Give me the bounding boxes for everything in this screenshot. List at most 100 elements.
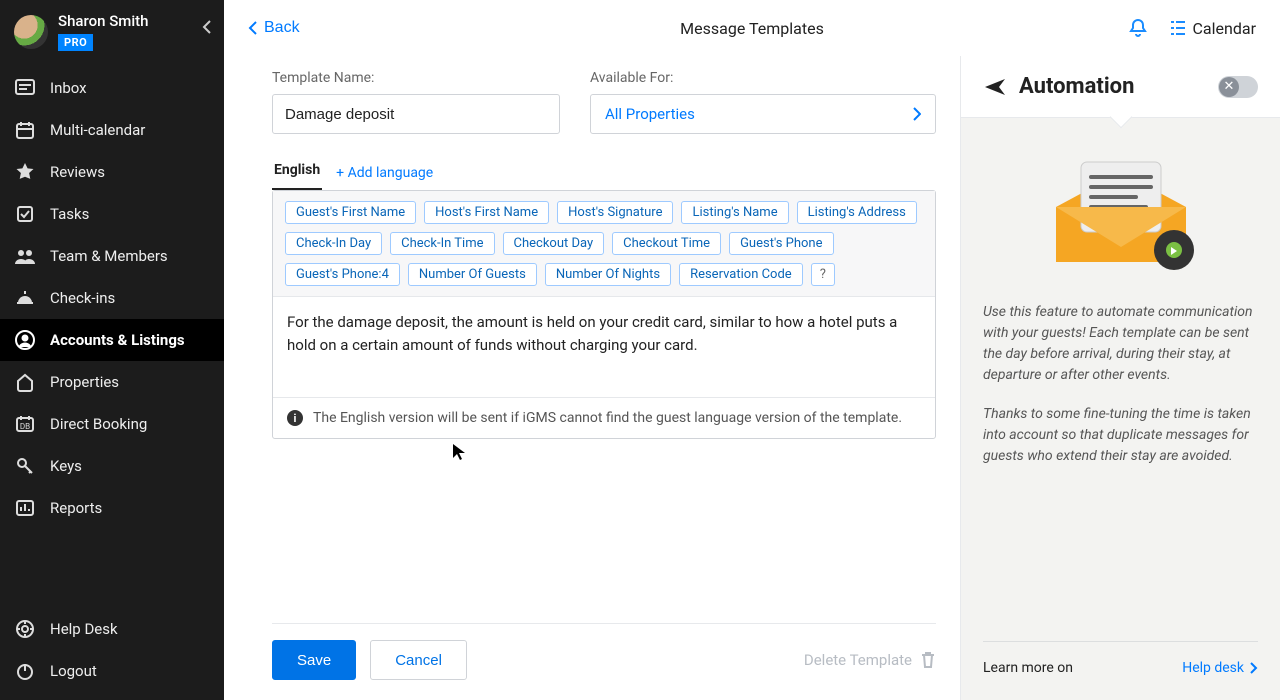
learn-more-label: Learn more on (983, 660, 1073, 676)
sidebar-item-label: Reviews (50, 163, 105, 181)
token-bar: Guest's First Name Host's First Name Hos… (273, 191, 935, 297)
toggle-off-icon: ✕ (1219, 77, 1239, 97)
sidebar-item-label: Inbox (50, 79, 87, 97)
sidebar-item-label: Team & Members (50, 247, 168, 265)
sidebar: Sharon Smith PRO Inbox Multi-calendar Re… (0, 0, 224, 700)
sidebar-item-label: Direct Booking (50, 415, 147, 433)
trash-icon (920, 651, 936, 669)
editor-note-text: The English version will be sent if iGMS… (313, 410, 902, 426)
token-number-of-nights[interactable]: Number Of Nights (545, 263, 671, 286)
sidebar-item-tasks[interactable]: Tasks (0, 193, 224, 235)
template-name-input[interactable] (272, 94, 560, 134)
token-help[interactable]: ? (811, 263, 835, 286)
automation-paragraph-1: Use this feature to automate communicati… (983, 302, 1258, 386)
sidebar-item-logout[interactable]: Logout (0, 650, 224, 692)
token-guest-phone[interactable]: Guest's Phone (729, 232, 833, 255)
delete-template-button[interactable]: Delete Template (804, 651, 936, 669)
key-icon (14, 455, 36, 477)
calendar-icon (14, 119, 36, 141)
sidebar-item-label: Accounts & Listings (50, 331, 185, 349)
user-name: Sharon Smith (58, 12, 149, 30)
sidebar-item-label: Logout (50, 662, 97, 680)
available-for-label: Available For: (590, 70, 936, 86)
editor-note: i The English version will be sent if iG… (273, 397, 935, 438)
token-host-first-name[interactable]: Host's First Name (424, 201, 549, 224)
available-for-select[interactable]: All Properties (590, 94, 936, 134)
calendar-label: Calendar (1193, 19, 1256, 38)
booking-icon: DB (14, 413, 36, 435)
automation-paragraph-2: Thanks to some fine-tuning the time is t… (983, 404, 1258, 467)
calendar-link[interactable]: Calendar (1169, 19, 1256, 38)
svg-text:DB: DB (20, 422, 30, 431)
page-title: Message Templates (680, 19, 824, 38)
automation-illustration (1046, 152, 1196, 272)
sidebar-item-reviews[interactable]: Reviews (0, 151, 224, 193)
available-for-value: All Properties (605, 105, 695, 123)
sidebar-item-team[interactable]: Team & Members (0, 235, 224, 277)
save-button[interactable]: Save (272, 640, 356, 680)
tasks-icon (14, 203, 36, 225)
token-checkin-day[interactable]: Check-In Day (285, 232, 382, 255)
template-name-label: Template Name: (272, 70, 560, 86)
sidebar-item-properties[interactable]: Properties (0, 361, 224, 403)
token-checkout-day[interactable]: Checkout Day (503, 232, 605, 255)
sidebar-item-label: Help Desk (50, 620, 118, 638)
team-icon (14, 245, 36, 267)
sidebar-item-inbox[interactable]: Inbox (0, 67, 224, 109)
sidebar-item-label: Keys (50, 457, 82, 475)
sidebar-item-label: Properties (50, 373, 119, 391)
airplane-icon (983, 75, 1007, 99)
token-number-of-guests[interactable]: Number Of Guests (408, 263, 537, 286)
token-checkin-time[interactable]: Check-In Time (390, 232, 494, 255)
sidebar-item-helpdesk[interactable]: Help Desk (0, 608, 224, 650)
sidebar-item-label: Reports (50, 499, 102, 517)
chevron-left-icon (248, 20, 258, 36)
sidebar-item-label: Tasks (50, 205, 89, 223)
help-desk-link[interactable]: Help desk (1182, 660, 1258, 676)
accounts-icon (14, 329, 36, 351)
star-icon (14, 161, 36, 183)
back-label: Back (264, 19, 300, 37)
avatar (14, 15, 48, 49)
tab-english[interactable]: English (272, 156, 322, 190)
sidebar-item-accounts[interactable]: Accounts & Listings (0, 319, 224, 361)
chevron-right-icon (1250, 662, 1258, 674)
token-guest-phone-4[interactable]: Guest's Phone:4 (285, 263, 400, 286)
token-reservation-code[interactable]: Reservation Code (679, 263, 803, 286)
sidebar-item-checkins[interactable]: Check-ins (0, 277, 224, 319)
token-checkout-time[interactable]: Checkout Time (612, 232, 721, 255)
notifications-icon[interactable] (1127, 17, 1149, 39)
token-guest-first-name[interactable]: Guest's First Name (285, 201, 416, 224)
sidebar-collapse-icon[interactable] (202, 20, 212, 34)
pro-badge: PRO (58, 34, 93, 51)
sidebar-item-directbooking[interactable]: DB Direct Booking (0, 403, 224, 445)
inbox-icon (14, 77, 36, 99)
sidebar-item-label: Multi-calendar (50, 121, 145, 139)
add-language-button[interactable]: + Add language (336, 165, 433, 181)
sidebar-item-label: Check-ins (50, 289, 115, 307)
home-icon (14, 371, 36, 393)
automation-toggle[interactable]: ✕ (1218, 76, 1258, 98)
sidebar-item-keys[interactable]: Keys (0, 445, 224, 487)
automation-title: Automation (1019, 74, 1134, 99)
back-button[interactable]: Back (248, 19, 300, 37)
info-icon: i (287, 410, 303, 426)
calendar-list-icon (1169, 19, 1187, 37)
help-desk-label: Help desk (1182, 660, 1244, 676)
token-host-signature[interactable]: Host's Signature (557, 201, 673, 224)
template-body-editor[interactable]: For the damage deposit, the amount is he… (273, 297, 935, 397)
help-icon (14, 618, 36, 640)
top-bar: Back Message Templates Calendar (224, 0, 1280, 56)
sidebar-item-multicalendar[interactable]: Multi-calendar (0, 109, 224, 151)
reports-icon (14, 497, 36, 519)
sidebar-item-reports[interactable]: Reports (0, 487, 224, 529)
token-listing-name[interactable]: Listing's Name (681, 201, 788, 224)
delete-label: Delete Template (804, 651, 912, 669)
chevron-right-icon (913, 107, 921, 121)
bell-service-icon (14, 287, 36, 309)
automation-panel: Automation ✕ (960, 56, 1280, 700)
cancel-button[interactable]: Cancel (370, 640, 467, 680)
user-block[interactable]: Sharon Smith PRO (0, 0, 224, 63)
token-listing-address[interactable]: Listing's Address (797, 201, 917, 224)
logout-icon (14, 660, 36, 682)
